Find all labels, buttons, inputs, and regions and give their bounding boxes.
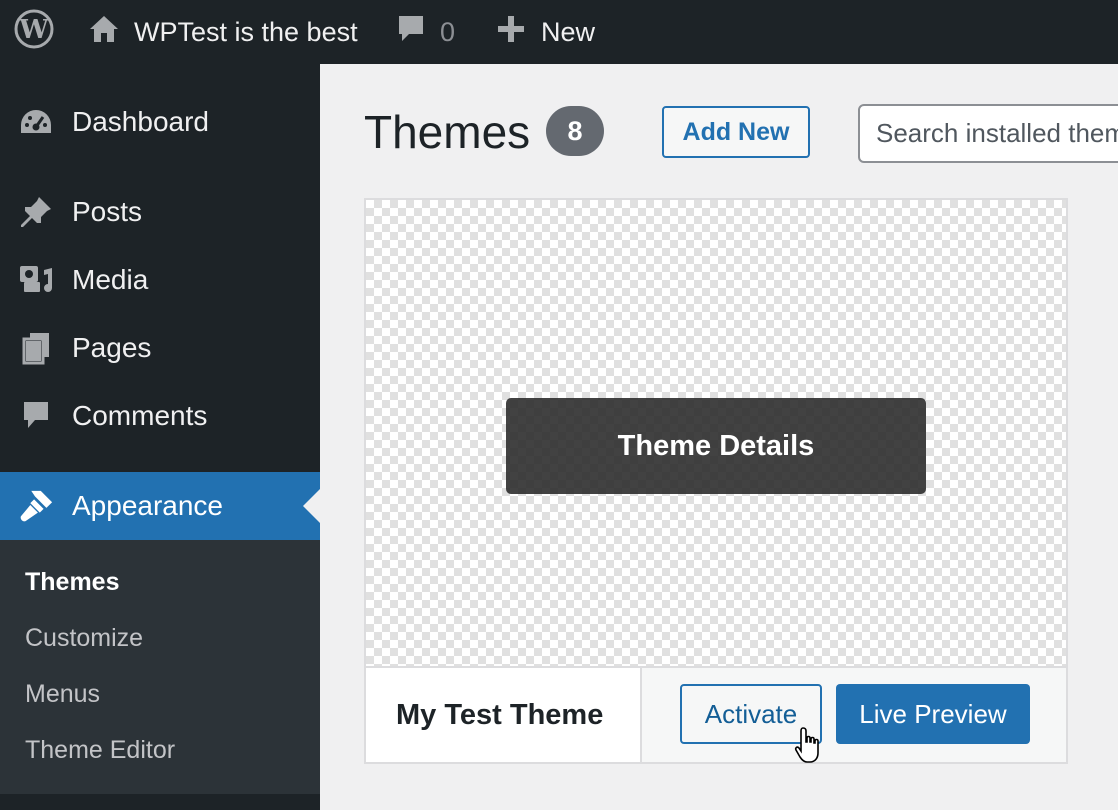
sidebar-item-appearance[interactable]: Appearance [0,472,320,540]
theme-card-footer: My Test Theme Activate Live Preview [366,666,1066,762]
sidebar-item-media[interactable]: Media [0,246,320,314]
sidebar-item-dashboard[interactable]: Dashboard [0,86,320,158]
admin-bar: W WPTest is the best 0 New [0,0,1118,64]
appearance-submenu: Themes Customize Menus Theme Editor [0,540,320,794]
media-icon [18,262,54,298]
sidebar-item-comments[interactable]: Comments [0,382,320,450]
sidebar-item-label: Posts [72,196,143,227]
wordpress-logo-button[interactable]: W [14,0,54,64]
live-preview-button[interactable]: Live Preview [836,684,1030,744]
add-new-button[interactable]: Add New [662,106,810,158]
site-name-label: WPTest is the best [134,16,358,47]
main-content: Themes 8 Add New Theme Details My Test T… [320,64,1118,810]
comment-icon [18,398,54,434]
plus-icon [497,15,525,50]
sidebar-item-pages[interactable]: Pages [0,314,320,382]
submenu-item-theme-editor[interactable]: Theme Editor [25,736,175,765]
theme-name: My Test Theme [366,668,642,762]
theme-count-badge: 8 [546,106,604,156]
new-content-link[interactable]: New [497,0,595,64]
sidebar-item-label: Appearance [72,490,224,521]
sidebar-item-label: Media [72,264,149,295]
dashboard-icon [18,104,54,140]
activate-button[interactable]: Activate [680,684,822,744]
page-title: Themes [364,106,531,158]
svg-text:W: W [18,15,49,45]
comments-link[interactable]: 0 [396,0,455,64]
sidebar-item-label: Comments [72,400,208,431]
paintbrush-icon [18,488,54,524]
pin-icon [18,194,54,230]
sidebar-item-label: Dashboard [72,106,209,137]
submenu-item-menus[interactable]: Menus [25,680,100,709]
site-name-link[interactable]: WPTest is the best [88,0,358,64]
submenu-item-customize[interactable]: Customize [25,624,143,653]
submenu-item-themes[interactable]: Themes [25,568,119,597]
theme-screenshot[interactable]: Theme Details [366,200,1066,666]
new-label: New [541,16,596,47]
home-icon [88,14,120,51]
active-indicator-arrow [303,489,320,523]
pages-icon [18,330,54,366]
sidebar-item-label: Pages [72,332,152,363]
comment-bubble-icon [396,13,426,52]
admin-sidebar: Dashboard Posts Media Pages Comments App… [0,64,320,810]
sidebar-item-posts[interactable]: Posts [0,178,320,246]
comments-count: 0 [440,16,456,47]
theme-card[interactable]: Theme Details My Test Theme Activate Liv… [364,198,1068,764]
search-themes-input[interactable] [858,104,1118,163]
theme-details-button[interactable]: Theme Details [506,398,926,494]
wordpress-logo-icon: W [14,9,54,56]
